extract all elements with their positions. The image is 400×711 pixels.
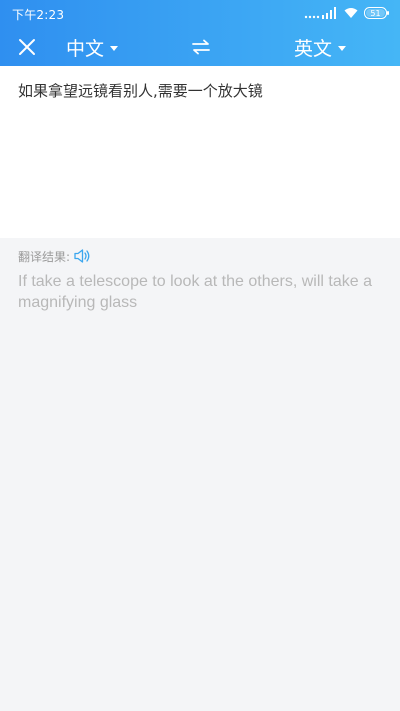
battery-icon: 51 (364, 7, 389, 19)
source-language-label: 中文 (66, 37, 105, 60)
status-bar: 下午2:23 51 (0, 0, 400, 28)
status-icons: 51 (304, 7, 390, 19)
signal-icon (304, 7, 336, 19)
swap-icon (192, 39, 210, 55)
source-language-selector[interactable]: 中文 (66, 32, 119, 62)
translation-result-text: If take a telescope to look at the other… (18, 273, 372, 311)
battery-level: 51 (370, 9, 380, 18)
translate-screen: 下午2:23 51 中文 英文 如果拿望远镜看别人,需要一个放大镜 翻译结果: … (0, 0, 400, 711)
wifi-icon (344, 8, 358, 18)
result-header: 翻译结果: (18, 246, 91, 266)
target-language-selector[interactable]: 英文 (294, 32, 347, 62)
speaker-icon[interactable] (73, 248, 91, 264)
caret-down-icon (338, 45, 347, 51)
close-button[interactable] (12, 32, 42, 62)
source-text-input[interactable]: 如果拿望远镜看别人,需要一个放大镜 (0, 66, 400, 238)
source-text: 如果拿望远镜看别人,需要一个放大镜 (18, 82, 263, 100)
result-label: 翻译结果: (18, 249, 71, 264)
swap-languages-button[interactable] (186, 32, 216, 62)
caret-down-icon (110, 45, 119, 51)
app-header: 下午2:23 51 中文 英文 (0, 0, 400, 66)
toolbar: 中文 英文 (0, 28, 400, 66)
target-language-label: 英文 (294, 37, 333, 60)
close-icon (19, 39, 35, 55)
status-time: 下午2:23 (12, 8, 65, 22)
